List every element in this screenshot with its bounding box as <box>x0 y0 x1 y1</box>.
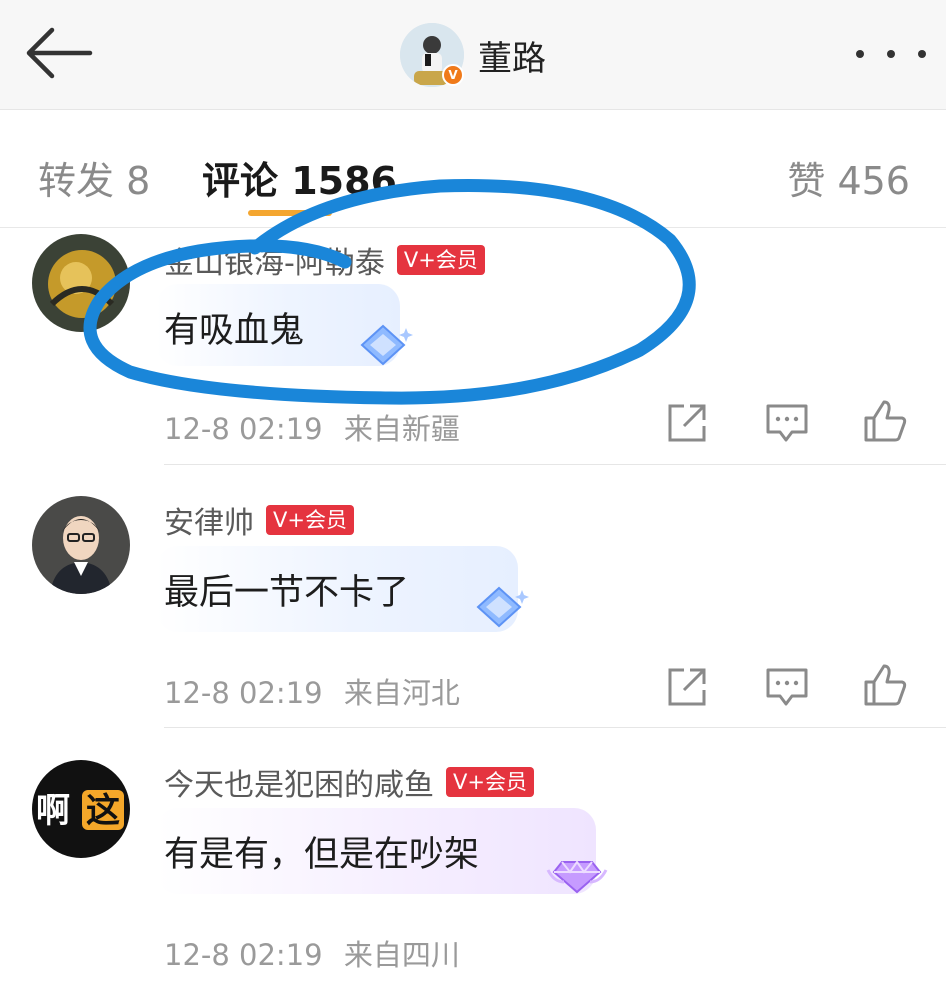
comment-location: 来自河北 <box>343 676 460 710</box>
more-dots-icon <box>856 50 864 58</box>
comment-item: 金山银海-阿勒泰 V+会员 有吸血鬼 12-8 02:19 来自新疆 <box>0 228 946 466</box>
tab-likes[interactable]: 赞 456 <box>787 150 910 205</box>
more-dots-icon <box>887 50 895 58</box>
diamond-icon <box>476 586 529 628</box>
username-text[interactable]: 安律帅 <box>164 498 254 542</box>
avatar[interactable] <box>32 496 130 594</box>
comment-text: 有是有，但是在吵架 <box>164 835 480 875</box>
top-bar: 董路 V <box>0 0 946 110</box>
comment-text: 最后一节不卡了 <box>164 573 410 613</box>
back-button[interactable] <box>22 24 94 82</box>
comment-text: 有吸血鬼 <box>164 311 305 351</box>
comment-username[interactable]: 安律帅 V+会员 <box>164 498 354 542</box>
avatar[interactable] <box>32 234 130 332</box>
like-icon[interactable] <box>862 662 908 708</box>
verified-badge: V <box>442 64 464 86</box>
comment-username[interactable]: 金山银海-阿勒泰 V+会员 <box>164 238 485 282</box>
diamond-icon <box>546 860 608 894</box>
back-arrow-icon <box>26 27 93 79</box>
comment-time: 12-8 02:19 <box>164 938 323 972</box>
comment-time: 12-8 02:19 <box>164 412 323 446</box>
share-icon[interactable] <box>664 664 710 710</box>
comment-meta: 12-8 02:19 来自四川 <box>164 932 460 974</box>
tab-comments[interactable]: 评论 1586 <box>202 150 397 205</box>
more-dots-icon <box>918 50 926 58</box>
active-tab-indicator <box>248 210 332 216</box>
comment-item: 啊 这 今天也是犯困的咸鱼 V+会员 有是有，但是在吵架 12-8 02:19 … <box>0 728 946 992</box>
avatar[interactable]: 啊 这 <box>32 760 130 858</box>
comment-icon[interactable] <box>764 664 810 710</box>
header-user[interactable]: 董路 <box>400 20 546 90</box>
comment-username[interactable]: 今天也是犯困的咸鱼 V+会员 <box>164 760 534 804</box>
vip-badge[interactable]: V+会员 <box>266 505 354 535</box>
comment-meta: 12-8 02:19 来自新疆 <box>164 406 460 448</box>
vip-badge[interactable]: V+会员 <box>396 245 485 275</box>
more-button[interactable] <box>856 40 926 68</box>
share-icon[interactable] <box>664 400 710 446</box>
divider <box>164 464 946 465</box>
username-text[interactable]: 金山银海-阿勒泰 <box>164 238 385 282</box>
username-text[interactable]: 今天也是犯困的咸鱼 <box>164 760 434 804</box>
page-title: 董路 <box>478 38 546 79</box>
vip-badge[interactable]: V+会员 <box>446 767 534 797</box>
comment-item: 安律帅 V+会员 最后一节不卡了 12-8 02:19 来自河北 <box>0 466 946 728</box>
like-icon[interactable] <box>862 398 908 444</box>
diamond-icon <box>360 324 413 366</box>
comment-meta: 12-8 02:19 来自河北 <box>164 670 460 712</box>
comment-time: 12-8 02:19 <box>164 676 323 710</box>
avatar-text-2: 这 <box>86 791 120 831</box>
avatar-text-1: 啊 <box>36 791 70 831</box>
comment-location: 来自新疆 <box>343 412 460 446</box>
comment-location: 来自四川 <box>343 938 460 972</box>
comment-icon[interactable] <box>764 400 810 446</box>
tab-bar: 转发 8 评论 1586 赞 456 <box>0 110 946 228</box>
tab-repost[interactable]: 转发 8 <box>38 150 150 205</box>
